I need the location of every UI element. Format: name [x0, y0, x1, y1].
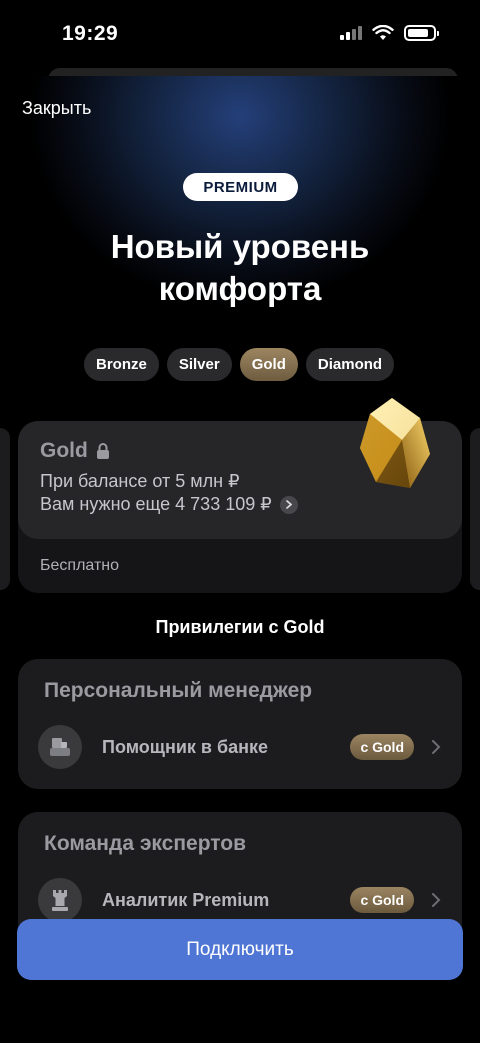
gold-badge: с Gold	[350, 887, 414, 913]
next-tier-card-peek[interactable]	[470, 428, 480, 590]
privilege-label: Помощник в банке	[102, 736, 268, 757]
tab-gold[interactable]: Gold	[239, 348, 298, 381]
tier-tabs: Bronze Silver Gold Diamond	[84, 348, 395, 381]
privilege-group-title: Команда экспертов	[44, 832, 247, 855]
previous-tier-card-peek[interactable]	[0, 428, 10, 590]
premium-badge: PREMIUM	[183, 173, 298, 201]
status-icons	[340, 25, 439, 41]
tier-remaining-label: Вам нужно еще 4 733 109 ₽	[40, 494, 272, 514]
privilege-row-assistant[interactable]: Помощник в банке с Gold	[38, 723, 442, 771]
chevron-right-icon	[432, 740, 441, 754]
bottom-safe-area	[0, 980, 480, 1043]
premium-screen: 19:29 Закрыть PREMIUM Новый уровень комф…	[0, 0, 480, 1043]
tier-price: Бесплатно	[40, 557, 120, 574]
lock-icon	[96, 443, 109, 459]
cellular-signal-icon	[340, 26, 362, 40]
chevron-right-icon	[432, 893, 441, 907]
status-bar: 19:29	[0, 0, 480, 70]
wifi-icon	[372, 25, 394, 40]
status-time: 19:29	[62, 22, 119, 45]
gold-nugget-icon	[360, 398, 430, 488]
privilege-row-analyst[interactable]: Аналитик Premium с Gold	[38, 876, 442, 924]
gold-badge: с Gold	[350, 734, 414, 760]
privilege-label: Аналитик Premium	[102, 889, 270, 910]
privilege-card-manager: Персональный менеджер Помощник в банке с…	[18, 659, 462, 789]
tier-name: Gold	[40, 439, 110, 463]
close-button[interactable]: Закрыть	[22, 98, 91, 119]
battery-level	[408, 29, 429, 37]
privileges-title: Привилегии с Gold	[155, 617, 325, 637]
battery-icon	[404, 25, 439, 41]
assistant-icon	[38, 725, 82, 769]
tab-bronze[interactable]: Bronze	[84, 348, 159, 381]
privilege-group-title: Персональный менеджер	[44, 679, 313, 702]
chess-rook-icon	[38, 878, 82, 922]
tab-silver[interactable]: Silver	[166, 348, 232, 381]
page-title: Новый уровень комфорта	[110, 228, 370, 307]
connect-button[interactable]: Подключить	[17, 919, 463, 980]
chevron-right-icon	[279, 495, 298, 514]
tier-condition: При балансе от 5 млн ₽	[40, 471, 240, 491]
tier-remaining[interactable]: Вам нужно еще 4 733 109 ₽	[40, 494, 298, 515]
tier-name-label: Gold	[40, 439, 88, 462]
tab-diamond[interactable]: Diamond	[305, 348, 395, 381]
premium-sheet: Закрыть PREMIUM Новый уровень комфорта B…	[0, 76, 480, 1043]
